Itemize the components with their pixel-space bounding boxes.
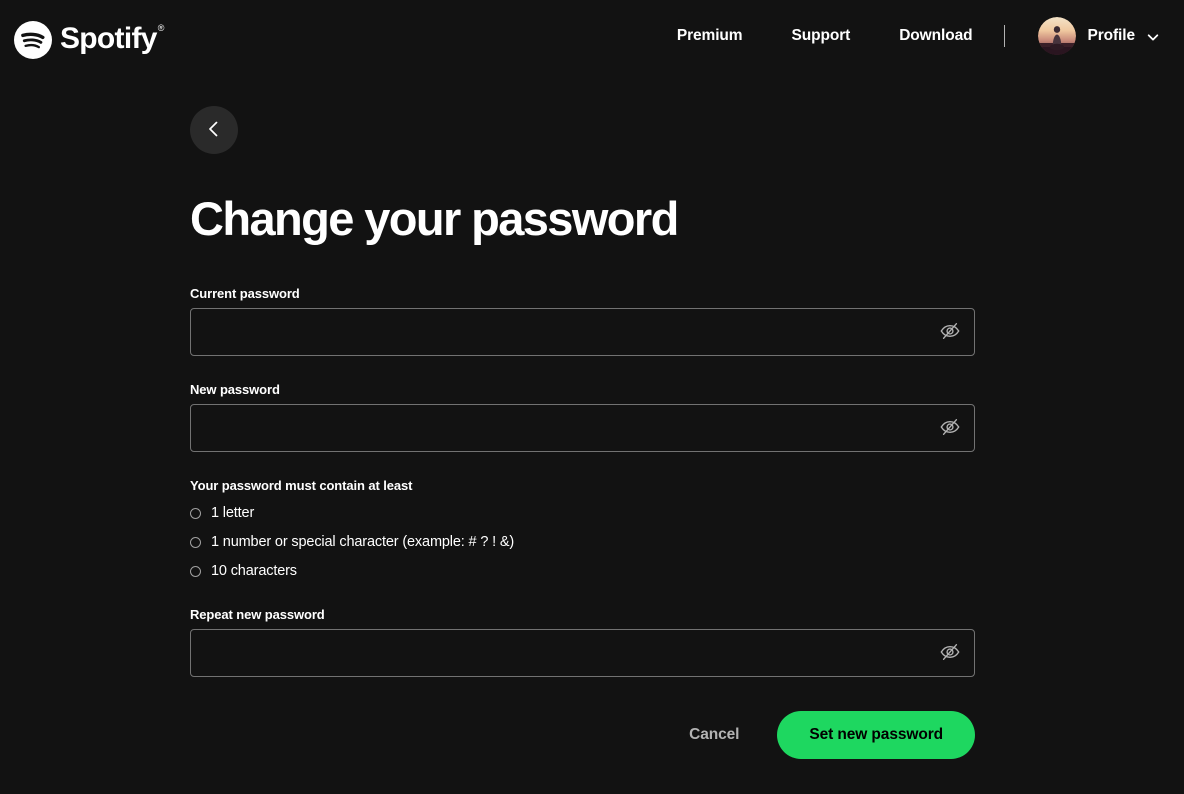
nav-link-support[interactable]: Support [791,21,850,51]
cancel-button[interactable]: Cancel [669,714,759,756]
spotify-logo-link[interactable]: Spotify ® [14,13,164,59]
eye-off-icon [939,320,961,345]
field-current-password: Current password [190,286,975,357]
registered-mark: ® [157,23,165,33]
label-current-password: Current password [190,286,300,302]
requirement-status-circle-icon [190,536,201,548]
requirement-label: 10 characters [211,563,297,580]
eye-off-icon [939,641,961,666]
site-header: Spotify ® Premium Support Download Profi… [0,0,1184,72]
field-new-password: New password [190,382,975,453]
set-new-password-button[interactable]: Set new password [777,711,975,760]
password-requirements: Your password must contain at least 1 le… [190,478,975,579]
nav-link-premium[interactable]: Premium [677,21,743,51]
page-title: Change your password [190,192,679,245]
repeat-new-password-input[interactable] [190,629,975,678]
form-actions: Cancel Set new password [190,711,975,760]
requirement-label: 1 letter [211,505,255,522]
label-repeat-new-password: Repeat new password [190,607,325,623]
spotify-wordmark: Spotify [60,22,157,55]
label-new-password: New password [190,382,280,398]
avatar [1038,17,1077,55]
input-wrap-current-password [190,308,975,357]
input-wrap-new-password [190,404,975,453]
nav-link-download[interactable]: Download [899,21,972,51]
current-password-input[interactable] [190,308,975,357]
requirement-label: 1 number or special character (example: … [211,534,515,551]
chevron-left-icon [204,119,224,142]
new-password-input[interactable] [190,404,975,453]
requirements-title: Your password must contain at least [190,478,413,494]
nav-divider [1004,25,1006,47]
change-password-form: Current password New password Your passw… [190,286,975,760]
toggle-current-password-visibility[interactable] [935,317,965,347]
chevron-down-icon [1146,28,1160,44]
requirement-status-circle-icon [190,507,201,519]
profile-menu-button[interactable]: Profile [1038,17,1160,55]
eye-off-icon [939,416,961,441]
requirement-item: 1 letter [190,505,975,521]
requirement-item: 1 number or special character (example: … [190,534,975,550]
field-repeat-new-password: Repeat new password [190,607,975,678]
main-navigation: Premium Support Download Profile [677,17,1160,55]
toggle-repeat-new-password-visibility[interactable] [935,638,965,668]
main-content: Change your password Current password Ne… [0,72,1184,760]
requirement-item: 10 characters [190,563,975,579]
input-wrap-repeat-new-password [190,629,975,678]
requirement-status-circle-icon [190,565,201,577]
profile-label: Profile [1087,27,1135,44]
back-button[interactable] [190,106,238,154]
toggle-new-password-visibility[interactable] [935,413,965,443]
spotify-logo-icon [14,21,52,59]
